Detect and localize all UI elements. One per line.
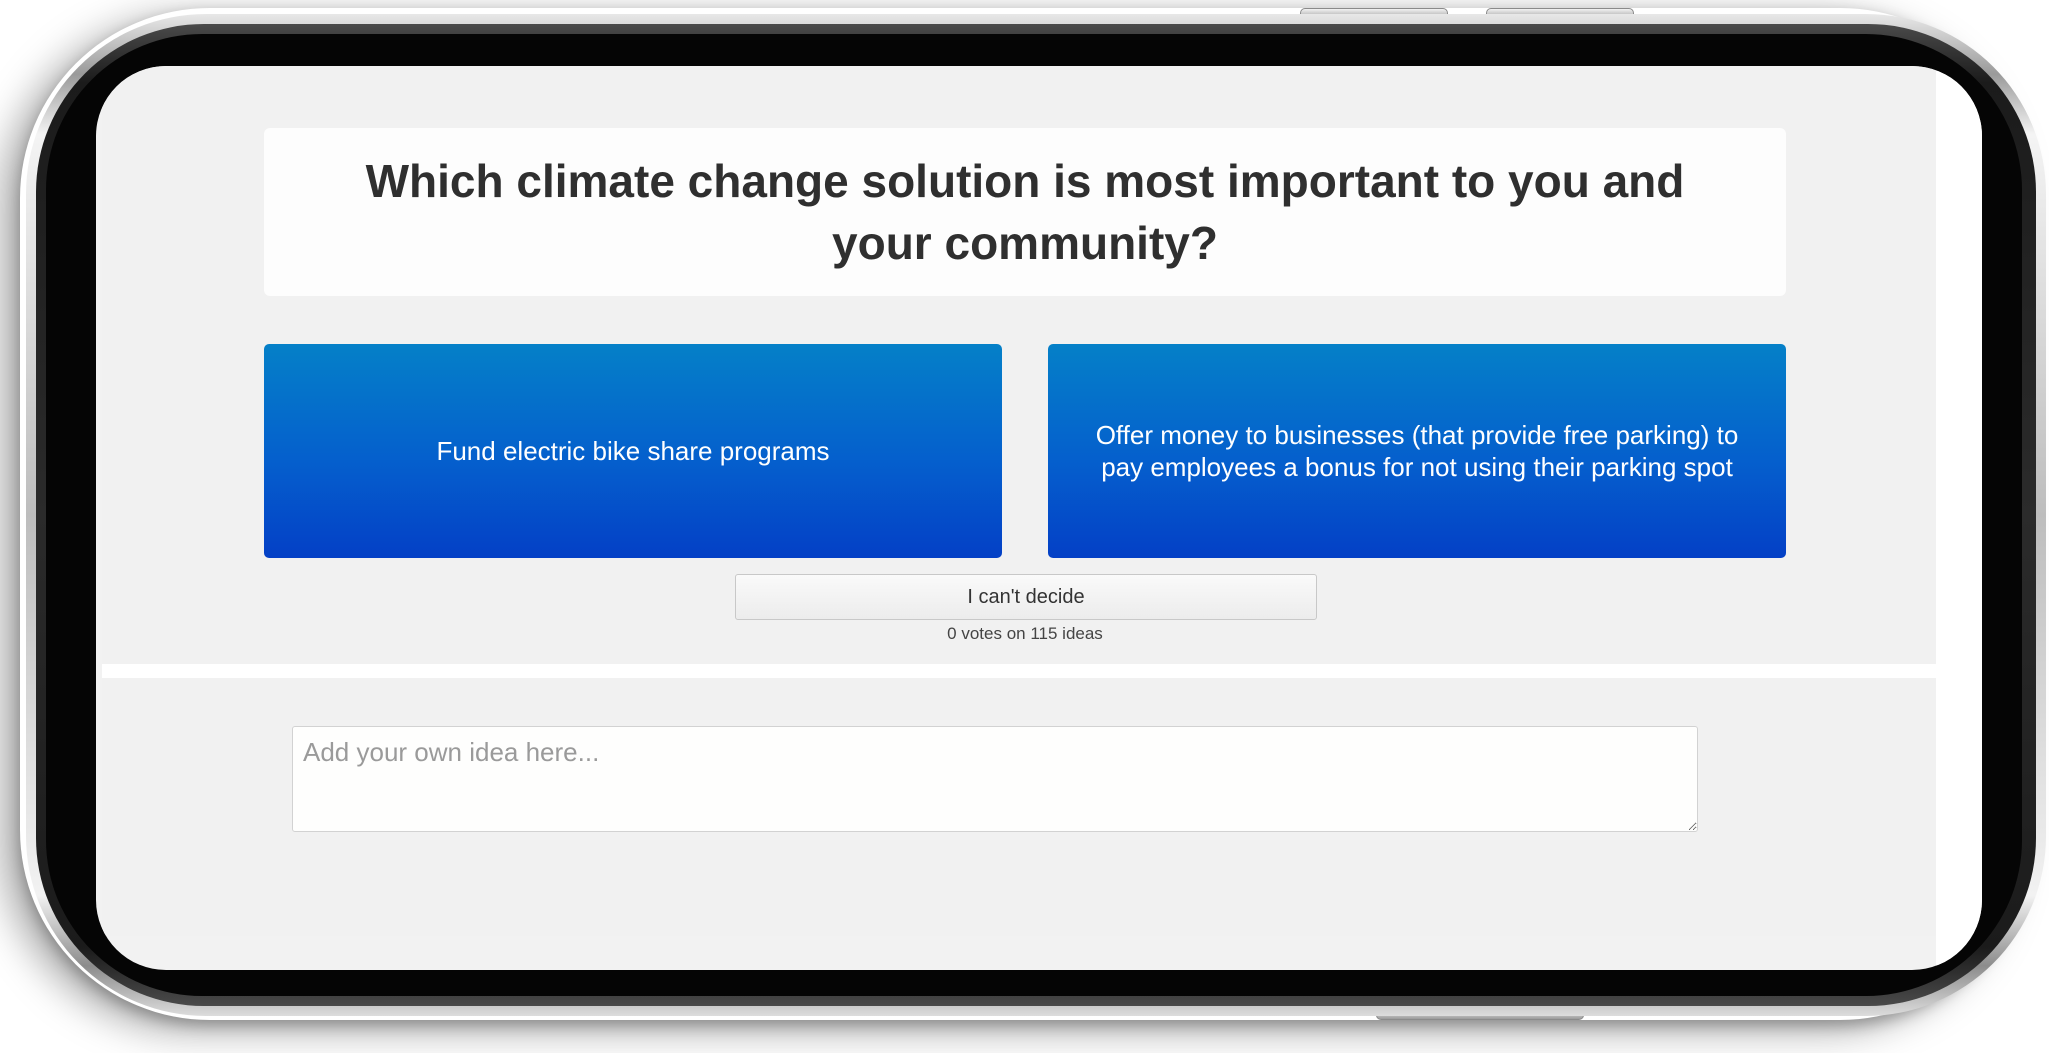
device-mockup: Which climate change solution is most im… bbox=[0, 0, 2049, 1053]
section-divider bbox=[102, 664, 1936, 678]
choice-left-button[interactable]: Fund electric bike share programs bbox=[264, 344, 1002, 558]
screen-right-edge bbox=[1936, 66, 1982, 970]
poll-question: Which climate change solution is most im… bbox=[365, 155, 1685, 269]
choice-right-label: Offer money to businesses (that provide … bbox=[1095, 420, 1739, 482]
choice-right-button[interactable]: Offer money to businesses (that provide … bbox=[1048, 344, 1786, 558]
cant-decide-button[interactable]: I can't decide bbox=[735, 574, 1317, 620]
question-card: Which climate change solution is most im… bbox=[264, 128, 1786, 296]
vote-count-status: 0 votes on 115 ideas bbox=[947, 624, 1103, 643]
voting-section: Which climate change solution is most im… bbox=[102, 66, 1936, 664]
phone-screen: Which climate change solution is most im… bbox=[96, 66, 1982, 970]
add-idea-input[interactable] bbox=[292, 726, 1698, 832]
choice-left-label: Fund electric bike share programs bbox=[436, 436, 830, 466]
